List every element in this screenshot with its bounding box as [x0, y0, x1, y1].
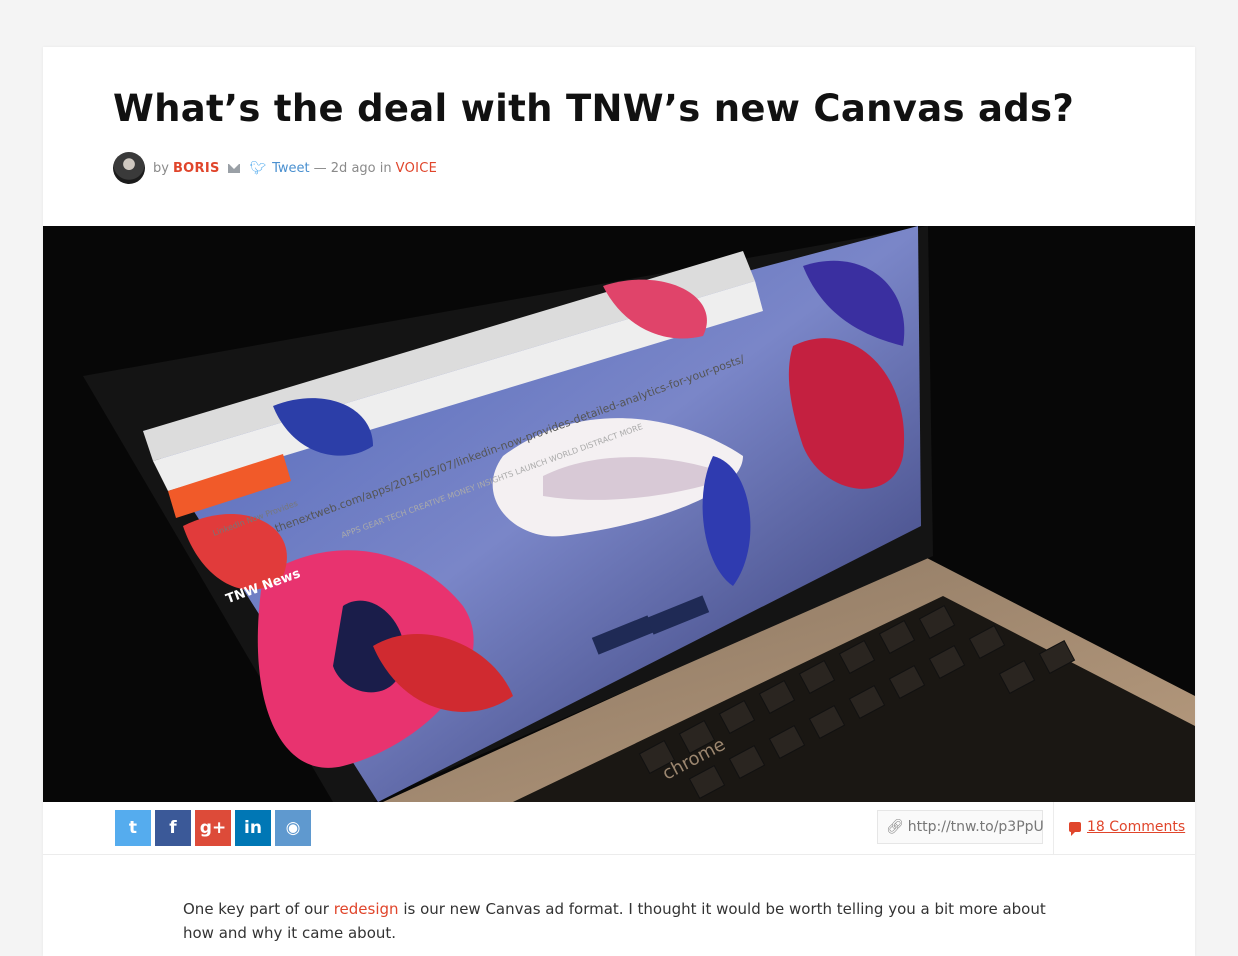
- author-link[interactable]: BORIS: [173, 161, 220, 176]
- paragraph-text-before: One key part of our: [183, 900, 334, 918]
- laptop-photo: thenextweb.com/apps/2015/05/07/linkedin-…: [43, 226, 1195, 802]
- article-card: What’s the deal with TNW’s new Canvas ad…: [43, 47, 1195, 956]
- by-label: by: [153, 160, 169, 176]
- reddit-icon: ◉: [285, 818, 301, 838]
- google-plus-icon: g+: [199, 818, 227, 838]
- share-bar: t f g+ in ◉ 🔗︎ http://tnw.to/p3PpU 18 Co…: [43, 802, 1195, 855]
- author-avatar[interactable]: [113, 152, 145, 184]
- redesign-link[interactable]: redesign: [334, 900, 399, 918]
- google-plus-share-button[interactable]: g+: [195, 810, 231, 846]
- short-url-field[interactable]: 🔗︎ http://tnw.to/p3PpU: [877, 810, 1044, 844]
- comments-link[interactable]: 18 Comments: [1069, 810, 1185, 844]
- reddit-share-button[interactable]: ◉: [275, 810, 311, 846]
- linkedin-icon: in: [244, 818, 262, 838]
- sharebar-divider: [1053, 802, 1054, 854]
- category-link[interactable]: VOICE: [396, 161, 438, 176]
- article-paragraph: One key part of our redesign is our new …: [183, 897, 1063, 945]
- twitter-bird-icon: 🐦︎: [249, 160, 267, 176]
- link-icon: 🔗︎: [886, 819, 904, 835]
- hero-image: thenextweb.com/apps/2015/05/07/linkedin-…: [43, 226, 1195, 802]
- facebook-icon: f: [169, 818, 177, 838]
- facebook-share-button[interactable]: f: [155, 810, 191, 846]
- article-title: What’s the deal with TNW’s new Canvas ad…: [113, 87, 1075, 130]
- tweet-link[interactable]: 🐦︎ Tweet: [250, 161, 310, 176]
- comment-bubble-icon: [1069, 822, 1081, 836]
- post-time: — 2d ago in: [313, 160, 392, 176]
- article-meta: by BORIS 🐦︎ Tweet — 2d ago in VOICE: [113, 152, 437, 184]
- tweet-label: Tweet: [272, 160, 310, 176]
- twitter-icon: t: [128, 818, 138, 838]
- linkedin-share-button[interactable]: in: [235, 810, 271, 846]
- mail-icon[interactable]: [227, 163, 240, 173]
- twitter-share-button[interactable]: t: [115, 810, 151, 846]
- short-url-text: http://tnw.to/p3PpU: [907, 819, 1044, 835]
- comments-count: 18 Comments: [1087, 819, 1186, 835]
